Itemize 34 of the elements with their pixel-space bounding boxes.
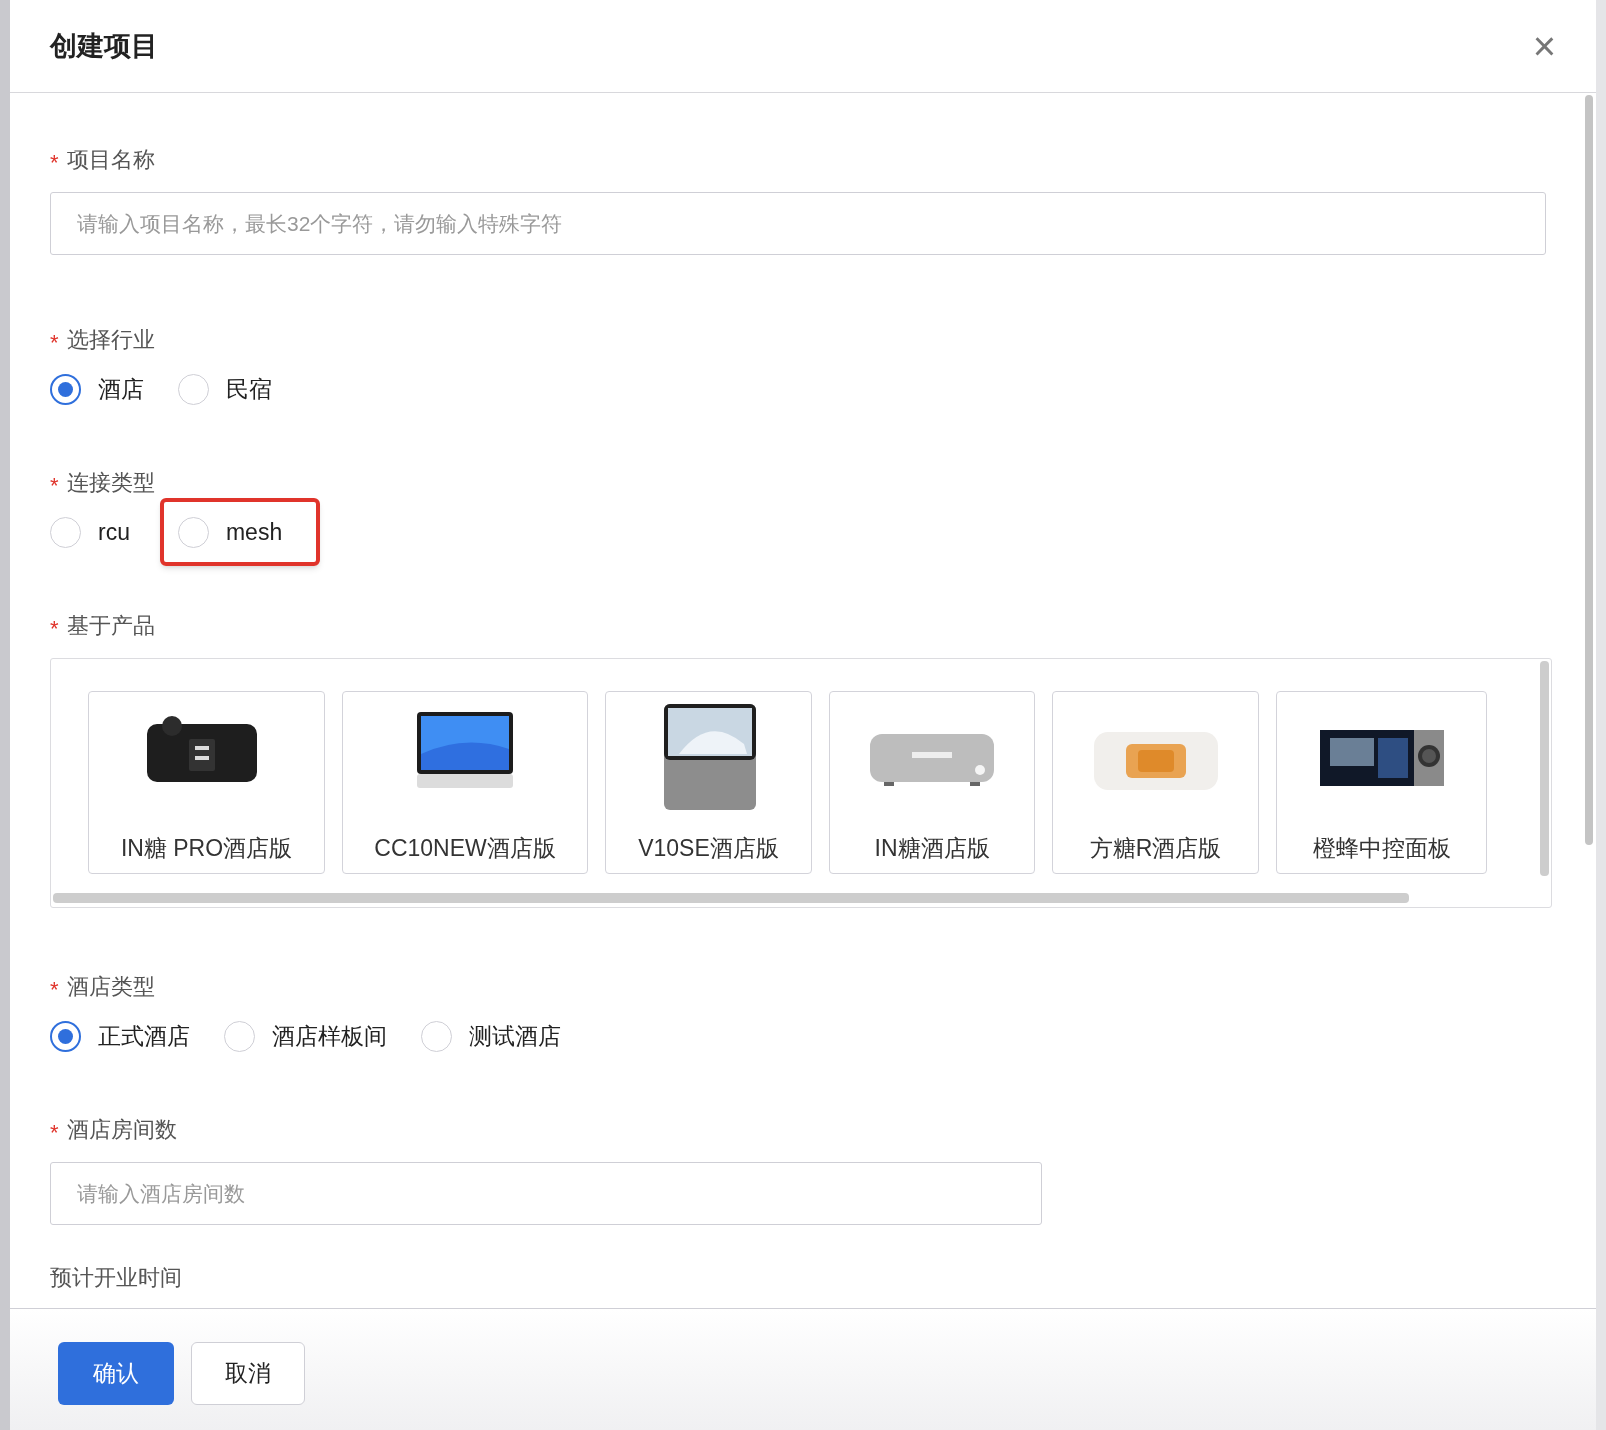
radio-option[interactable]: 民宿 — [178, 364, 306, 414]
scrollbar[interactable] — [1585, 95, 1593, 845]
product-card[interactable]: 橙蜂中控面板 — [1276, 691, 1487, 874]
product-card[interactable]: 方糖R酒店版 — [1052, 691, 1259, 874]
product-card[interactable]: CC10NEW酒店版 — [342, 691, 588, 874]
required-asterisk: * — [50, 614, 59, 640]
confirm-button[interactable]: 确认 — [58, 1342, 174, 1405]
radio-option[interactable]: 酒店样板间 — [224, 1011, 421, 1061]
close-button[interactable]: × — [1532, 26, 1556, 66]
field-label: 项目名称 — [66, 146, 155, 174]
dialog-title: 创建项目 — [50, 29, 158, 63]
product-card[interactable]: V10SE酒店版 — [605, 691, 812, 874]
required-asterisk: * — [50, 975, 59, 1001]
radio-option[interactable]: 测试酒店 — [421, 1011, 595, 1061]
required-asterisk: * — [50, 471, 59, 497]
horizontal-scrollbar[interactable] — [53, 893, 1409, 903]
field-label: 酒店房间数 — [66, 1116, 177, 1144]
cancel-button[interactable]: 取消 — [191, 1342, 305, 1405]
product-card[interactable]: IN糖酒店版 — [829, 691, 1035, 874]
vertical-scrollbar[interactable] — [1540, 661, 1549, 876]
required-asterisk: * — [50, 1118, 59, 1144]
input-field[interactable]: 请输入酒店房间数 — [50, 1162, 1042, 1225]
field-label: 基于产品 — [66, 612, 155, 640]
required-asterisk: * — [50, 328, 59, 354]
input-field[interactable]: 请输入项目名称，最长32个字符，请勿输入特殊字符 — [50, 192, 1546, 255]
radio-option[interactable]: 酒店 — [50, 364, 178, 414]
field-label: 选择行业 — [66, 326, 155, 354]
radio-option[interactable]: 正式酒店 — [50, 1011, 224, 1061]
radio-option[interactable]: mesh — [159, 498, 321, 566]
field-label: 连接类型 — [66, 469, 155, 497]
required-asterisk: * — [50, 148, 59, 174]
field-label: 酒店类型 — [66, 973, 155, 1001]
field-label: 预计开业时间 — [50, 1265, 182, 1291]
product-card[interactable]: IN糖 PRO酒店版 — [88, 691, 325, 874]
